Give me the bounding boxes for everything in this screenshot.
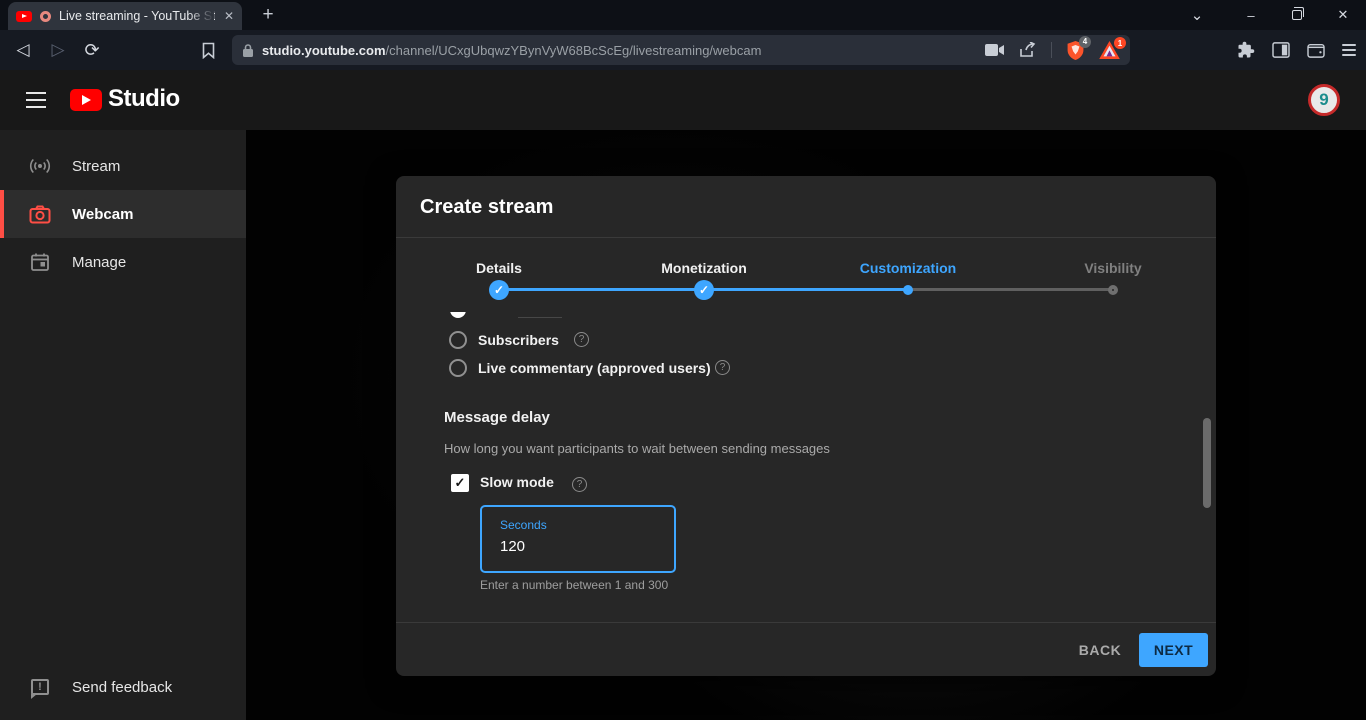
dialog-header: Create stream: [396, 176, 1216, 238]
sidebar-item-manage[interactable]: Manage: [0, 238, 246, 286]
sidebar-item-stream[interactable]: Stream: [0, 142, 246, 190]
browser-toolbar: ◁ ▷ ⟳ studio.youtube.com/channel/UCxgUbq…: [0, 30, 1366, 70]
dialog-scrollbar[interactable]: [1203, 418, 1211, 508]
minimize-button[interactable]: –: [1228, 0, 1274, 30]
radio-live-commentary[interactable]: [449, 359, 467, 377]
radio-label: Subscribers: [478, 332, 559, 348]
seconds-field[interactable]: Seconds: [480, 505, 676, 573]
rewards-badge: 1: [1114, 37, 1126, 49]
radio-row-live-commentary: Live commentary (approved users) ?: [396, 356, 1216, 380]
sidebar-item-label: Manage: [72, 254, 126, 271]
brave-rewards-icon[interactable]: 1: [1099, 41, 1120, 59]
brave-shield-icon[interactable]: 4: [1066, 40, 1085, 61]
camera-icon: [28, 202, 52, 226]
step-dot-details-check-icon[interactable]: ✓: [489, 280, 509, 300]
step-label-monetization[interactable]: Monetization: [661, 260, 747, 276]
message-delay-description: How long you want participants to wait b…: [444, 441, 830, 456]
clipped-radio-above: [450, 312, 466, 318]
back-button[interactable]: ◁: [8, 30, 38, 70]
tab-title-fade: [188, 5, 214, 27]
help-icon[interactable]: ?: [574, 332, 589, 347]
sidebar-item-webcam[interactable]: Webcam: [0, 190, 246, 238]
studio-menu-icon[interactable]: [26, 92, 46, 108]
broadcast-icon: [28, 154, 52, 178]
youtube-favicon: [16, 11, 32, 22]
step-label-customization[interactable]: Customization: [860, 260, 956, 276]
message-delay-title: Message delay: [444, 409, 550, 426]
next-button[interactable]: NEXT: [1139, 633, 1208, 667]
slow-mode-row: ✓ Slow mode ?: [396, 471, 1216, 495]
account-avatar[interactable]: 9: [1308, 84, 1340, 116]
clipped-text-above: [518, 317, 562, 318]
step-dot-visibility[interactable]: [1108, 285, 1118, 295]
forward-button[interactable]: ▷: [43, 30, 73, 70]
share-icon[interactable]: [1019, 42, 1037, 58]
step-dot-monetization-check-icon[interactable]: ✓: [694, 280, 714, 300]
step-line-pending: [908, 288, 1113, 291]
video-camera-icon[interactable]: [985, 43, 1005, 57]
sidebar-item-label: Stream: [72, 158, 120, 175]
back-button[interactable]: BACK: [1068, 633, 1132, 667]
restore-button[interactable]: [1274, 0, 1320, 30]
dialog-content: Subscribers ? Live commentary (approved …: [396, 312, 1216, 622]
restore-icon: [1292, 10, 1302, 20]
address-bar[interactable]: studio.youtube.com/channel/UCxgUbqwzYByn…: [232, 35, 1130, 65]
browser-tab[interactable]: Live streaming - YouTube Stud ✕: [8, 2, 242, 30]
dialog-footer: BACK NEXT: [396, 622, 1216, 676]
step-label-visibility[interactable]: Visibility: [1084, 260, 1141, 276]
tab-search-icon[interactable]: ⌄: [1174, 0, 1220, 30]
slow-mode-checkbox[interactable]: ✓: [451, 474, 469, 492]
create-stream-dialog: Create stream Details Monetization Custo…: [396, 176, 1216, 676]
new-tab-button[interactable]: +: [256, 2, 280, 28]
tab-strip: Live streaming - YouTube Stud ✕ + ⌄ – ✕: [0, 0, 1366, 30]
studio-header: Studio 9: [0, 70, 1366, 130]
browser-menu-icon[interactable]: [1342, 44, 1356, 56]
feedback-icon: !: [28, 675, 52, 699]
seconds-input[interactable]: [500, 538, 660, 555]
send-feedback-label: Send feedback: [72, 679, 172, 696]
radio-subscribers[interactable]: [449, 331, 467, 349]
extensions-puzzle-icon[interactable]: [1237, 41, 1255, 59]
lock-icon: [242, 43, 254, 58]
help-icon[interactable]: ?: [715, 360, 730, 375]
sidebar-panel-icon[interactable]: [1272, 42, 1290, 58]
tab-close-icon[interactable]: ✕: [224, 10, 234, 22]
url-domain: studio.youtube.com: [262, 43, 386, 58]
reload-button[interactable]: ⟳: [77, 30, 107, 70]
sidebar-item-label: Webcam: [72, 206, 133, 223]
step-label-details[interactable]: Details: [476, 260, 522, 276]
divider: [1051, 42, 1052, 58]
dialog-title: Create stream: [420, 196, 553, 219]
wallet-icon[interactable]: [1307, 42, 1325, 58]
recording-indicator-icon: [40, 11, 51, 22]
content-scrim: Create stream Details Monetization Custo…: [246, 130, 1366, 720]
stepper: Details Monetization Customization Visib…: [396, 238, 1216, 312]
radio-label: Live commentary (approved users): [478, 360, 711, 376]
url-path: /channel/UCxgUbqwzYBynVyW68BcScEg/livest…: [386, 43, 762, 58]
step-dot-customization[interactable]: [903, 285, 913, 295]
toolbar-right-icons: [1237, 30, 1356, 70]
help-icon[interactable]: ?: [572, 477, 587, 492]
close-window-button[interactable]: ✕: [1320, 0, 1366, 30]
studio-brand[interactable]: Studio: [108, 85, 180, 113]
radio-row-subscribers: Subscribers ?: [396, 328, 1216, 352]
slow-mode-label: Slow mode: [480, 474, 554, 490]
seconds-field-label: Seconds: [500, 518, 547, 532]
sidebar: Stream Webcam Manage ! Send feedback: [0, 130, 246, 720]
browser-window: Live streaming - YouTube Stud ✕ + ⌄ – ✕ …: [0, 0, 1366, 720]
seconds-helper-text: Enter a number between 1 and 300: [480, 578, 668, 592]
window-controls: ⌄ – ✕: [1174, 0, 1366, 30]
bookmark-icon[interactable]: [193, 30, 223, 70]
calendar-icon: [28, 250, 52, 274]
youtube-logo-icon[interactable]: [70, 89, 102, 111]
send-feedback-button[interactable]: ! Send feedback: [0, 663, 246, 711]
shield-badge: 4: [1079, 36, 1091, 48]
